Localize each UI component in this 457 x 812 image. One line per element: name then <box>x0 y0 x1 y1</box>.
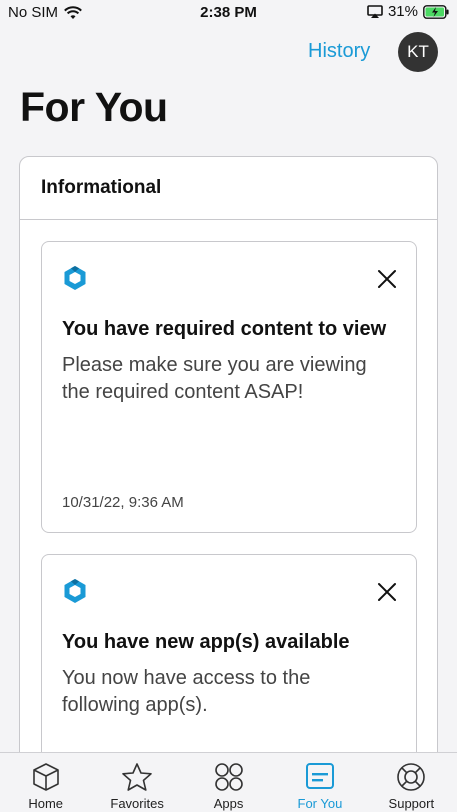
status-right: 31% <box>367 3 449 20</box>
informational-panel: Informational You have required content … <box>19 156 438 796</box>
app-logo-icon <box>64 266 86 290</box>
history-link[interactable]: History <box>308 40 370 63</box>
tab-label: For You <box>297 796 343 811</box>
avatar[interactable]: KT <box>398 32 438 72</box>
tab-label: Apps <box>213 796 244 811</box>
battery-percent: 31% <box>387 3 418 20</box>
tab-favorites[interactable]: Favorites <box>91 753 182 812</box>
card-body: You now have access to the following app… <box>62 667 311 716</box>
status-bar: No SIM 2:38 PM 31% <box>0 0 457 26</box>
card-title: You have required content to view <box>62 318 387 340</box>
close-icon[interactable] <box>376 581 398 603</box>
lifebuoy-icon <box>397 763 426 791</box>
tab-home[interactable]: Home <box>0 753 91 812</box>
tab-apps[interactable]: Apps <box>183 753 274 812</box>
app-logo-icon <box>64 579 86 603</box>
airplay-icon <box>367 4 383 18</box>
tab-label: Support <box>388 796 435 811</box>
tab-for-you[interactable]: For You <box>274 753 365 812</box>
card-title: You have new app(s) available <box>62 631 350 653</box>
close-icon[interactable] <box>376 268 398 290</box>
tab-support[interactable]: Support <box>366 753 457 812</box>
for-you-icon <box>305 763 334 789</box>
tab-label: Home <box>28 796 64 811</box>
card-body: Please make sure you are viewing the req… <box>62 354 367 403</box>
notification-card[interactable]: You have required content to view Please… <box>41 241 417 533</box>
section-title: Informational <box>20 157 437 220</box>
tab-label: Favorites <box>110 796 164 811</box>
star-icon <box>122 763 152 791</box>
tab-bar: Home Favorites Apps For You Support <box>0 752 457 812</box>
card-timestamp: 10/31/22, 9:36 AM <box>62 494 184 511</box>
page-title: For You <box>20 84 168 130</box>
box-icon <box>32 763 59 791</box>
apps-grid-icon <box>214 763 243 791</box>
battery-charging-icon <box>423 4 449 19</box>
